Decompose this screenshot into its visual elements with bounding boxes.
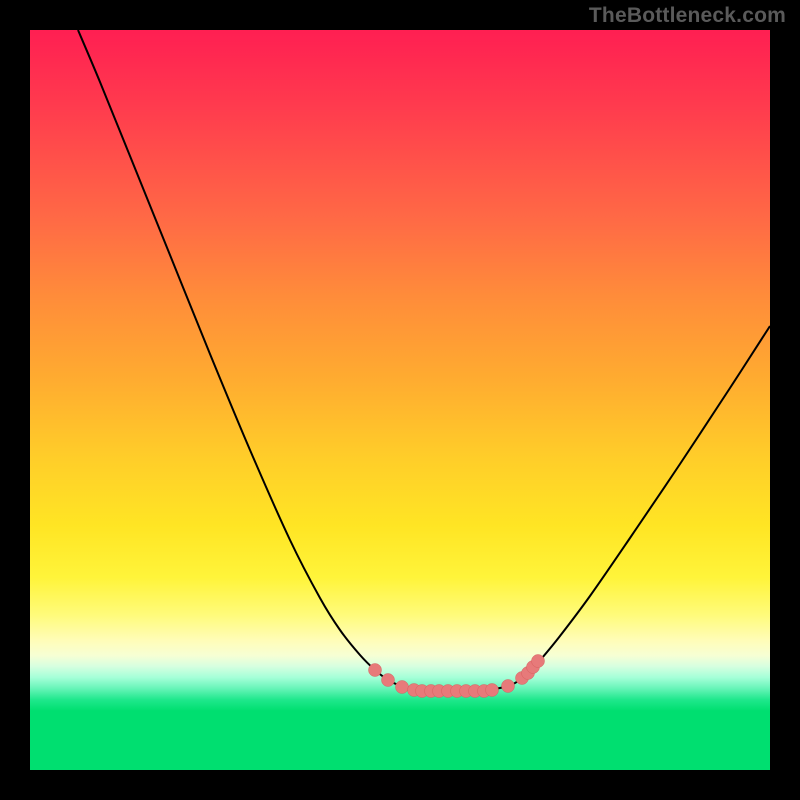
plot-gradient-background — [30, 30, 770, 770]
chart-frame: TheBottleneck.com — [0, 0, 800, 800]
watermark-text: TheBottleneck.com — [589, 4, 786, 28]
